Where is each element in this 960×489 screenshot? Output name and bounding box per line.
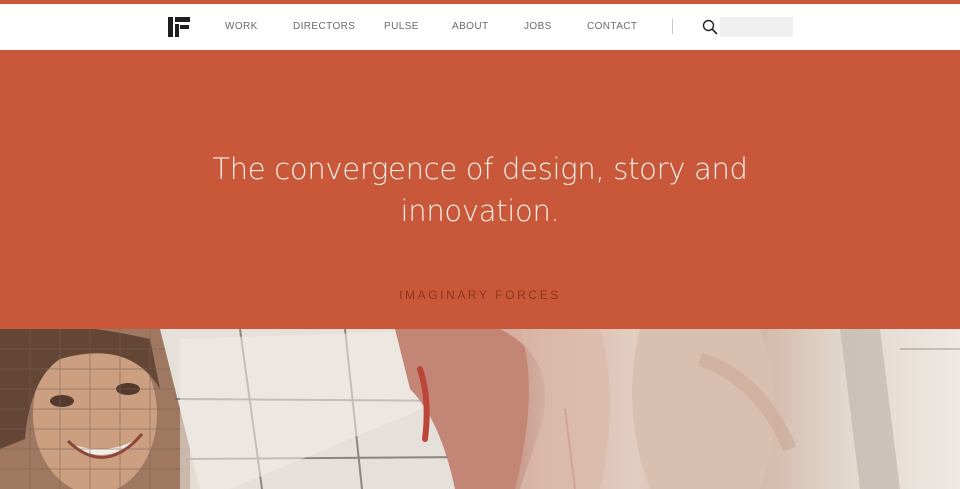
feature-collage-image[interactable] bbox=[0, 329, 960, 489]
nav-item-pulse[interactable]: PULSE bbox=[384, 21, 419, 32]
nav-item-contact[interactable]: CONTACT bbox=[587, 21, 637, 32]
hero-banner: The convergence of design, story and inn… bbox=[0, 50, 960, 329]
hero-headline: The convergence of design, story and inn… bbox=[212, 152, 748, 228]
nav-divider bbox=[672, 19, 673, 34]
collage-photo bbox=[0, 329, 960, 489]
site-header: WORK DIRECTORS PULSE ABOUT JOBS CONTACT bbox=[0, 4, 960, 50]
search-icon[interactable] bbox=[702, 19, 718, 35]
hero-company-name: IMAGINARY FORCES bbox=[399, 288, 561, 302]
nav-item-work[interactable]: WORK bbox=[225, 21, 258, 32]
nav-item-jobs[interactable]: JOBS bbox=[524, 21, 552, 32]
if-logo-icon[interactable] bbox=[168, 17, 190, 37]
nav-item-about[interactable]: ABOUT bbox=[452, 21, 488, 32]
search-input[interactable] bbox=[720, 17, 793, 37]
nav-item-directors[interactable]: DIRECTORS bbox=[293, 21, 355, 32]
